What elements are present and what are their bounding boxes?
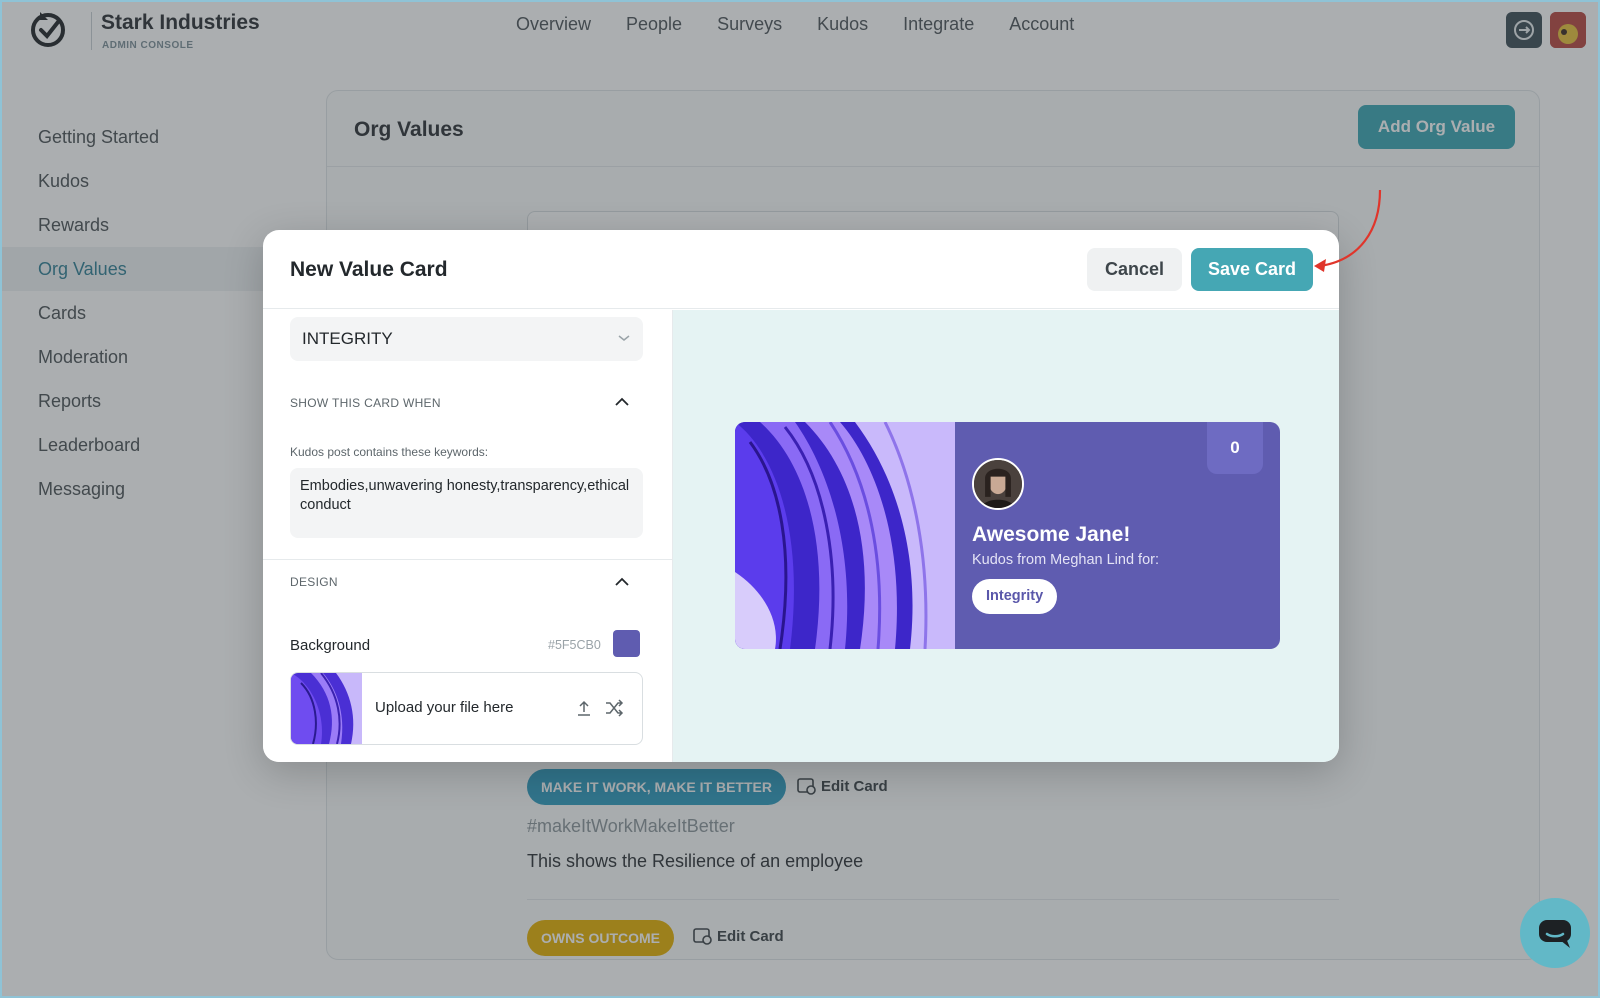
- chevron-up-icon[interactable]: [614, 577, 630, 587]
- avatar-icon: [974, 460, 1022, 508]
- upload-icon[interactable]: [575, 699, 593, 717]
- file-upload-field[interactable]: Upload your file here: [290, 672, 643, 745]
- chat-support-button[interactable]: [1520, 898, 1590, 968]
- new-value-card-modal: New Value Card Cancel Save Card INTEGRIT…: [263, 230, 1339, 762]
- card-value-pill: Integrity: [972, 579, 1058, 614]
- value-card-preview: 0 Awesome Jane! Kudos from Meghan Lind f…: [735, 422, 1280, 649]
- card-preview-pane: 0 Awesome Jane! Kudos from Meghan Lind f…: [673, 310, 1339, 762]
- background-hex: #5F5CB0: [548, 638, 601, 652]
- cancel-button[interactable]: Cancel: [1087, 248, 1182, 291]
- card-background-image: [735, 422, 955, 649]
- chevron-up-icon[interactable]: [614, 397, 630, 407]
- chevron-down-icon: [618, 335, 630, 341]
- modal-header: New Value Card Cancel Save Card: [263, 230, 1339, 309]
- shuffle-icon[interactable]: [604, 699, 624, 717]
- chat-icon: [1539, 920, 1571, 948]
- modal-title: New Value Card: [290, 258, 448, 281]
- save-card-button[interactable]: Save Card: [1191, 248, 1313, 291]
- sender-avatar: [972, 458, 1024, 510]
- annotation-arrow-icon: [1314, 190, 1382, 272]
- card-settings-pane: INTEGRITY SHOW THIS CARD WHEN Kudos post…: [263, 310, 673, 762]
- kudos-count-badge: 0: [1207, 422, 1263, 474]
- keywords-label: Kudos post contains these keywords:: [290, 445, 489, 459]
- background-color-swatch[interactable]: [613, 630, 640, 657]
- value-select-label: INTEGRITY: [302, 329, 393, 348]
- value-select[interactable]: INTEGRITY: [290, 317, 643, 361]
- background-image-thumbnail: [291, 673, 362, 744]
- upload-label: Upload your file here: [375, 699, 514, 716]
- section-divider: [263, 559, 673, 560]
- card-sender-text: Kudos from Meghan Lind for:: [972, 552, 1159, 568]
- design-section-label: DESIGN: [290, 575, 338, 589]
- card-title: Awesome Jane!: [972, 523, 1131, 546]
- keywords-field[interactable]: Embodies,unwavering honesty,transparency…: [290, 468, 643, 538]
- background-label: Background: [290, 637, 371, 654]
- show-when-section-label: SHOW THIS CARD WHEN: [290, 396, 441, 410]
